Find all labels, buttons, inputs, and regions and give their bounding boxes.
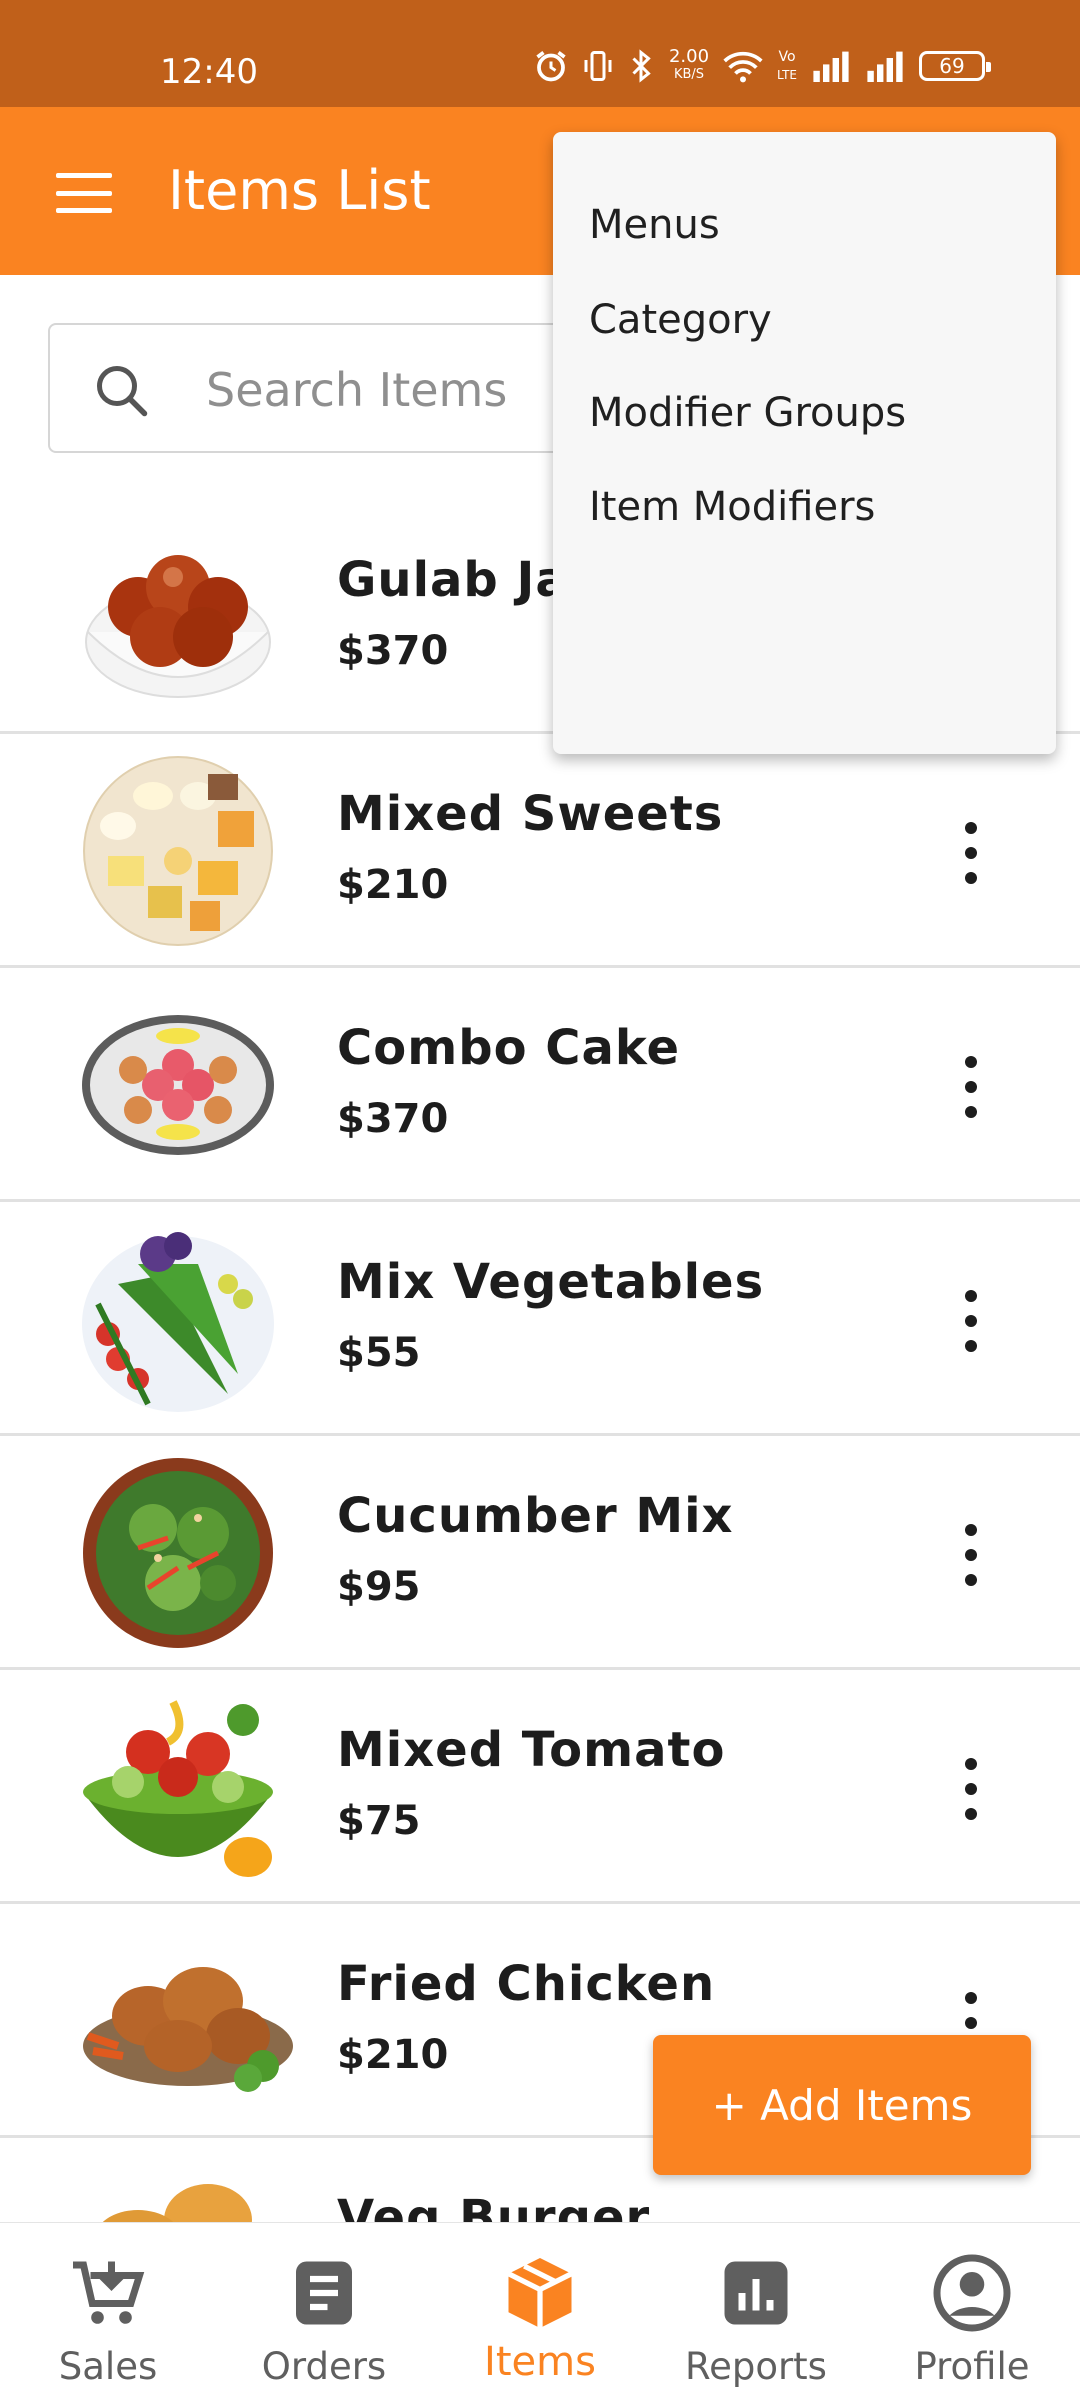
more-options-icon[interactable] [956,822,986,884]
item-price: $370 [337,1096,449,1142]
signal-icon [813,51,849,82]
list-item[interactable]: Mix Vegetables $55 [0,1202,1080,1436]
chart-icon [724,2261,788,2325]
search-icon [97,366,148,417]
signal-icon-2 [867,51,903,82]
vibrate-icon [584,51,612,81]
item-name: Gulab Ja [337,552,569,608]
volte-indicator: Vo LTE [777,48,797,84]
item-name: Cucumber Mix [337,1488,734,1544]
item-price: $95 [337,1564,421,1610]
menu-item-category[interactable]: Category [589,297,772,343]
nav-item-profile[interactable]: Profile [864,2223,1080,2401]
battery-level: 69 [939,54,965,78]
nav-item-reports[interactable]: Reports [648,2223,864,2401]
item-name: Mixed Tomato [337,1722,726,1778]
more-options-icon[interactable] [956,1290,986,1352]
mixed-tomato-image [83,1700,273,1877]
nav-label: Profile [914,2345,1030,2388]
status-icons: 2.00 KB/S Vo LTE 69 [533,48,991,84]
box-icon [507,2258,573,2328]
nav-label: Sales [58,2345,158,2388]
item-price: $75 [337,1798,421,1844]
item-name: Combo Cake [337,1020,681,1076]
gulab-jamun-image [85,555,271,698]
alarm-icon [536,51,566,82]
wifi-icon [723,51,763,83]
more-options-icon[interactable] [956,1524,986,1586]
mix-vegetables-image [82,1232,274,1412]
speed-unit: KB/S [673,67,705,82]
item-price: $55 [337,1330,421,1376]
list-item[interactable]: Cucumber Mix $95 [0,1436,1080,1670]
nav-label: Reports [685,2345,827,2388]
menu-item-item-modifiers[interactable]: Item Modifiers [589,484,875,530]
nav-item-items[interactable]: Items [432,2223,648,2401]
cucumber-mix-image [83,1458,273,1648]
more-options-icon[interactable] [956,1056,986,1118]
item-price: $370 [337,628,449,674]
item-price: $210 [337,862,449,908]
status-time: 12:40 [160,52,258,92]
speed-value: 2.00 [668,46,710,67]
nav-item-orders[interactable]: Orders [216,2223,432,2401]
item-price: $210 [337,2032,449,2078]
hamburger-icon[interactable] [56,173,112,213]
list-item[interactable]: Mixed Sweets $210 [0,734,1080,968]
item-name: Mix Vegetables [337,1254,765,1310]
item-name: Mixed Sweets [337,786,724,842]
mixed-sweets-image [83,756,273,946]
more-options-icon[interactable] [956,1758,986,1820]
combo-cake-image [82,1015,274,1155]
nav-item-sales[interactable]: Sales [0,2223,216,2401]
bottom-nav: Sales Orders Items Reports Profile [0,2222,1080,2400]
page-title: Items List [168,159,431,222]
overflow-menu: Menus Category Modifier Groups Item Modi… [553,132,1056,754]
menu-item-modifier-groups[interactable]: Modifier Groups [589,390,906,436]
profile-icon [933,2254,1011,2332]
network-speed: 2.00 KB/S [669,48,709,84]
fried-chicken-image [83,1967,293,2092]
volte-top: Vo [778,49,796,65]
volte-bottom: LTE [777,68,797,82]
bluetooth-icon [632,49,651,83]
status-bar: 12:40 2.00 KB/S Vo LTE 69 [0,0,1080,107]
list-item[interactable]: Mixed Tomato $75 [0,1670,1080,1904]
add-items-button[interactable]: + Add Items [653,2035,1031,2175]
cart-icon [73,2261,145,2324]
nav-label: Orders [261,2345,387,2388]
nav-label: Items [484,2339,596,2385]
item-name: Fried Chicken [337,1956,716,2012]
battery-icon: 69 [919,51,991,81]
menu-item-menus[interactable]: Menus [589,202,720,248]
document-icon [296,2261,352,2325]
list-item[interactable]: Combo Cake $370 [0,968,1080,1202]
